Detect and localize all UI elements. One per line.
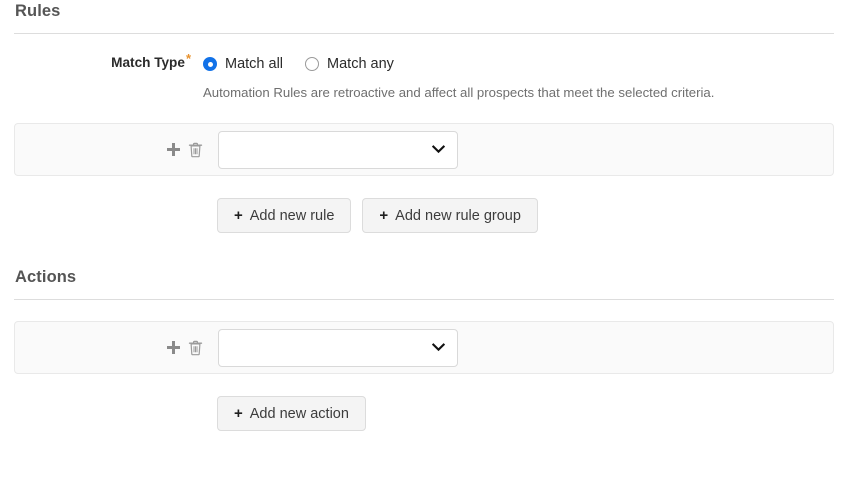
add-new-rule-group-label: Add new rule group xyxy=(395,207,521,224)
action-type-select[interactable] xyxy=(218,328,458,367)
actions-button-row: + Add new action xyxy=(217,396,848,431)
match-type-row: Match Type* Match all Match any Automati… xyxy=(0,51,848,102)
add-new-rule-group-button[interactable]: + Add new rule group xyxy=(362,198,538,233)
plus-icon xyxy=(166,142,181,157)
delete-action-inline-button[interactable] xyxy=(185,338,205,358)
rules-heading-divider xyxy=(14,33,834,34)
match-type-radio-group[interactable]: Match all Match any xyxy=(203,53,714,75)
actions-section: Actions + Add new action xyxy=(0,266,848,431)
rule-criteria-select[interactable] xyxy=(218,130,458,169)
radio-match-any-label: Match any xyxy=(327,56,394,72)
delete-rule-inline-button[interactable] xyxy=(185,140,205,160)
radio-match-any[interactable]: Match any xyxy=(305,55,394,73)
rules-button-row: + Add new rule + Add new rule group xyxy=(217,198,848,233)
trash-icon xyxy=(188,142,203,158)
actions-heading-divider xyxy=(14,299,834,300)
plus-glyph-icon: + xyxy=(234,207,243,224)
radio-match-any-mark[interactable] xyxy=(305,57,320,71)
rules-heading: Rules xyxy=(15,2,61,20)
chevron-down-icon xyxy=(431,339,446,357)
match-type-label-text: Match Type xyxy=(111,55,185,70)
match-type-label: Match Type* xyxy=(0,51,191,70)
actions-section-header: Actions xyxy=(14,266,834,300)
plus-icon xyxy=(166,340,181,355)
rules-section-header: Rules xyxy=(14,0,834,34)
match-type-help-text: Automation Rules are retroactive and aff… xyxy=(203,85,715,100)
action-row-panel xyxy=(14,321,834,374)
rule-field-wrapper xyxy=(205,130,458,169)
add-rule-inline-button[interactable] xyxy=(163,140,183,160)
add-new-rule-button[interactable]: + Add new rule xyxy=(217,198,352,233)
chevron-down-icon xyxy=(431,141,446,159)
radio-match-all-mark[interactable] xyxy=(203,57,217,71)
radio-match-all[interactable]: Match all xyxy=(203,55,283,73)
add-new-action-button[interactable]: + Add new action xyxy=(217,396,366,431)
trash-icon xyxy=(188,340,203,356)
actions-heading: Actions xyxy=(15,268,77,286)
match-type-control: Match all Match any Automation Rules are… xyxy=(190,53,714,102)
rules-section: Rules Match Type* Match all Match any Au… xyxy=(0,0,848,233)
required-asterisk: * xyxy=(185,51,191,66)
rule-row-panel xyxy=(14,123,834,176)
add-new-action-label: Add new action xyxy=(249,405,349,422)
automation-rule-editor: Rules Match Type* Match all Match any Au… xyxy=(0,0,848,502)
action-field-wrapper xyxy=(205,328,458,367)
radio-match-all-label: Match all xyxy=(225,56,284,72)
action-row-tools xyxy=(15,338,205,358)
plus-glyph-icon: + xyxy=(234,405,243,422)
add-action-inline-button[interactable] xyxy=(163,338,183,358)
plus-glyph-icon: + xyxy=(379,207,389,224)
rule-row-tools xyxy=(15,140,205,160)
add-new-rule-label: Add new rule xyxy=(249,207,335,224)
